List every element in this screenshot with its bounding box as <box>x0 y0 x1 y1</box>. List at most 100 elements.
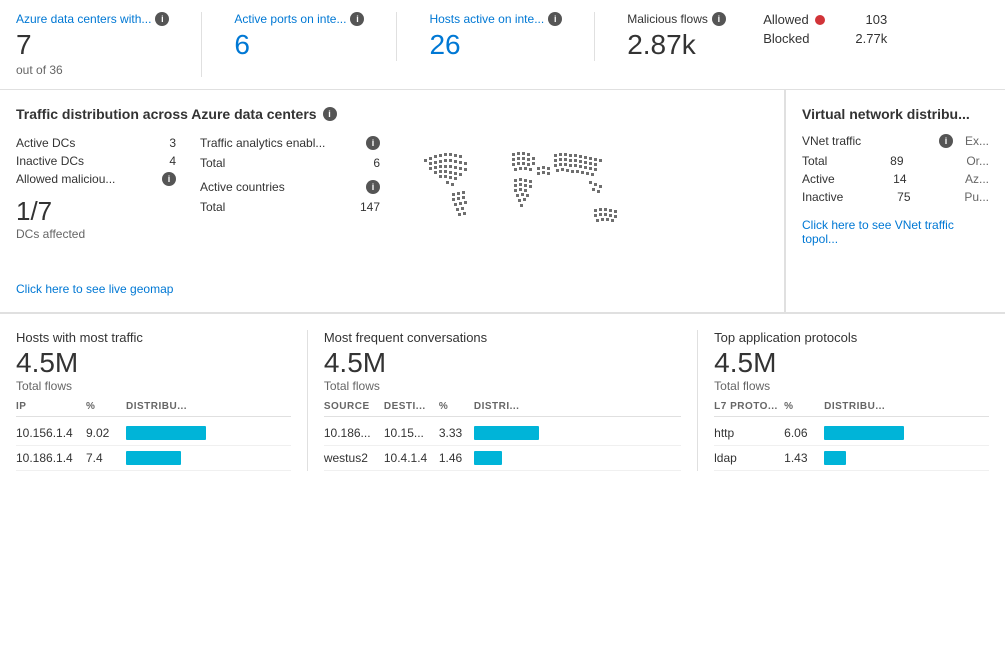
conv-col-dist: DISTRI... <box>474 401 681 412</box>
allowed-count: 103 <box>854 12 888 27</box>
inactive-dcs-val: 4 <box>169 154 176 168</box>
hosts-table-header: IP % DISTRIBU... <box>16 401 291 417</box>
malicious-flows-info-icon[interactable]: i <box>712 12 726 26</box>
analytics-total-row: Total 6 <box>200 154 380 172</box>
conv-col-pct: % <box>439 401 474 412</box>
total-label2: Total <box>200 200 225 214</box>
vnet-distribution-panel: Virtual network distribu... VNet traffic… <box>785 90 1005 312</box>
proto-big-num: 4.5M <box>714 347 989 379</box>
traffic-dist-title: Traffic distribution across Azure data c… <box>16 106 317 122</box>
traffic-dist-inner: Active DCs 3 Inactive DCs 4 Allowed mali… <box>16 134 768 274</box>
world-map <box>404 134 664 274</box>
active-countries-info-icon[interactable]: i <box>366 180 380 194</box>
analytics-total-label: Total <box>200 156 225 170</box>
conversations-panel: Most frequent conversations 4.5M Total f… <box>324 330 698 471</box>
active-countries-row: Active countries i <box>200 178 380 196</box>
vnet-row-val: 89 <box>890 154 903 168</box>
conv-col-dst: DESTI... <box>384 401 439 412</box>
table-row: westus210.4.1.41.46 <box>324 446 681 471</box>
geomap-link[interactable]: Click here to see live geomap <box>16 282 173 296</box>
stats-col: Active DCs 3 Inactive DCs 4 Allowed mali… <box>16 134 176 274</box>
analytics-total-val: 6 <box>373 156 380 170</box>
blocked-label: Blocked <box>763 31 809 46</box>
hosts-big-num: 4.5M <box>16 347 291 379</box>
active-countries-total: 147 <box>360 200 380 214</box>
hosts-traffic-panel: Hosts with most traffic 4.5M Total flows… <box>16 330 308 471</box>
proto-panel-title: Top application protocols <box>714 330 989 345</box>
malicious-flows-metric: Malicious flows i 2.87k <box>627 12 747 61</box>
vnet-rows: Total89Or...Active14Az...Inactive75Pu... <box>802 152 989 206</box>
vnet-row-right: Pu... <box>964 190 989 204</box>
active-dcs-row: Active DCs 3 <box>16 134 176 152</box>
hosts-col-ip: IP <box>16 401 86 412</box>
vnet-row-right: Or... <box>966 154 989 168</box>
vnet-row: Inactive75Pu... <box>802 188 989 206</box>
hosts-active-metric: Hosts active on inte... i 26 <box>429 12 595 61</box>
table-row: 10.186.1.47.4 <box>16 446 291 471</box>
azure-dc-title: Azure data centers with... <box>16 12 151 26</box>
hosts-active-value: 26 <box>429 30 562 61</box>
vnet-row-right: Az... <box>965 172 989 186</box>
conv-src: 10.186... <box>324 426 384 440</box>
azure-dc-sub: out of 36 <box>16 63 169 77</box>
proto-bar <box>824 426 989 440</box>
vnet-row-label: Inactive <box>802 190 843 204</box>
conv-src: westus2 <box>324 451 384 465</box>
proto-pct: 1.43 <box>784 451 824 465</box>
bottom-section: Hosts with most traffic 4.5M Total flows… <box>0 313 1005 487</box>
malicious-flows-value: 2.87k <box>627 30 731 61</box>
proto-col-name: L7 PROTO... <box>714 401 784 412</box>
hosts-panel-title: Hosts with most traffic <box>16 330 291 345</box>
vnet-row-label: Total <box>802 154 827 168</box>
analytics-label: Traffic analytics enabl... <box>200 136 325 150</box>
proto-col-pct: % <box>784 401 824 412</box>
proto-pct: 6.06 <box>784 426 824 440</box>
proto-sub: Total flows <box>714 379 989 393</box>
blocked-row: Blocked 2.77k <box>763 31 887 46</box>
active-ports-metric: Active ports on inte... i 6 <box>234 12 397 61</box>
azure-dc-info-icon[interactable]: i <box>155 12 169 26</box>
vnet-row: Total 89 Or... <box>802 152 989 170</box>
hosts-col-dist: DISTRIBU... <box>126 401 291 412</box>
malicious-flows-title: Malicious flows <box>627 12 708 26</box>
active-ports-title: Active ports on inte... <box>234 12 346 26</box>
vnet-row-val: 14 <box>893 172 906 186</box>
vnet-info-icon[interactable]: i <box>939 134 953 148</box>
host-pct: 7.4 <box>86 451 126 465</box>
active-countries-total-row: Total 147 <box>200 198 380 216</box>
allowed-malicious-label: Allowed maliciou... <box>16 172 115 186</box>
middle-section: Traffic distribution across Azure data c… <box>0 90 1005 313</box>
traffic-distribution-panel: Traffic distribution across Azure data c… <box>0 90 785 312</box>
allowed-malicious-row: Allowed maliciou... i <box>16 170 176 188</box>
vnet-ex-label: Ex... <box>965 134 989 148</box>
allowed-blocked-section: Allowed 103 Blocked 2.77k <box>747 12 887 46</box>
hosts-active-info-icon[interactable]: i <box>548 12 562 26</box>
inactive-dcs-row: Inactive DCs 4 <box>16 152 176 170</box>
active-countries-label: Active countries <box>200 180 285 194</box>
dc-fraction: 1/7 <box>16 196 176 227</box>
vnet-title: Virtual network distribu... <box>802 106 989 122</box>
proto-name: http <box>714 426 784 440</box>
conv-pct: 1.46 <box>439 451 474 465</box>
protocols-panel: Top application protocols 4.5M Total flo… <box>714 330 989 471</box>
active-ports-info-icon[interactable]: i <box>350 12 364 26</box>
table-row: http6.06 <box>714 421 989 446</box>
conv-sub: Total flows <box>324 379 681 393</box>
host-pct: 9.02 <box>86 426 126 440</box>
traffic-dist-info-icon[interactable]: i <box>323 107 337 121</box>
analytics-info-icon[interactable]: i <box>366 136 380 150</box>
azure-dc-value: 7 <box>16 30 169 61</box>
vnet-header-row: VNet traffic i Ex... <box>802 134 989 148</box>
azure-dc-metric: Azure data centers with... i 7 out of 36 <box>16 12 202 77</box>
active-dcs-val: 3 <box>169 136 176 150</box>
proto-col-dist: DISTRIBU... <box>824 401 989 412</box>
conv-panel-title: Most frequent conversations <box>324 330 681 345</box>
allowed-malicious-info-icon[interactable]: i <box>162 172 176 186</box>
vnet-traffic-label: VNet traffic <box>802 134 935 148</box>
table-row: 10.156.1.49.02 <box>16 421 291 446</box>
conv-col-src: SOURCE <box>324 401 384 412</box>
conv-bar <box>474 426 681 440</box>
vnet-link[interactable]: Click here to see VNet traffic topol... <box>802 218 989 246</box>
hosts-rows: 10.156.1.49.0210.186.1.47.4 <box>16 421 291 471</box>
host-ip: 10.186.1.4 <box>16 451 86 465</box>
